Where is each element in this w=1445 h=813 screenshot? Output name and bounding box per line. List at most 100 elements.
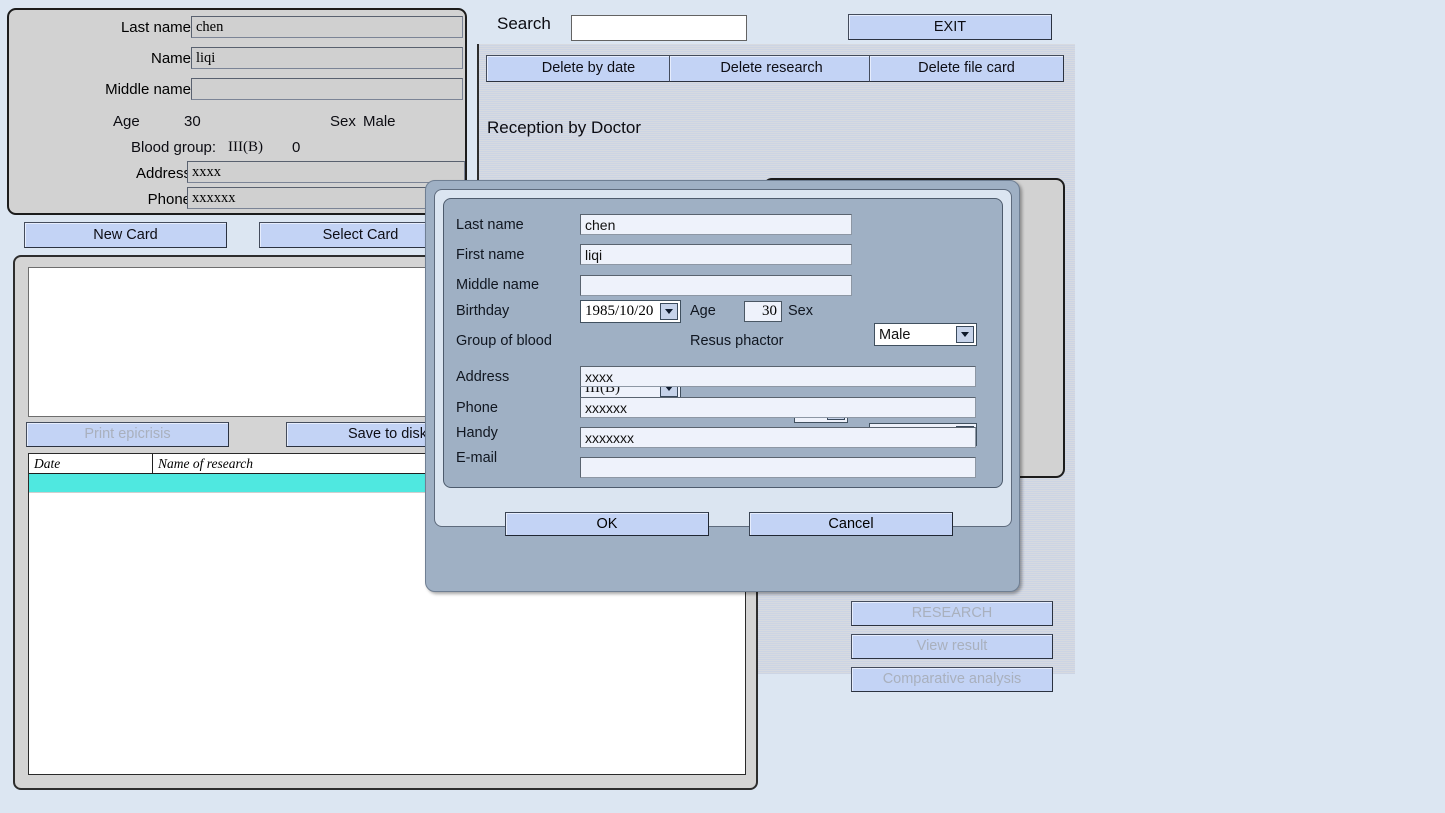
dialog-first-name-label: First name (456, 247, 525, 263)
comparative-analysis-button[interactable]: Comparative analysis (851, 667, 1053, 692)
print-epicrisis-label: Print epicrisis (84, 426, 171, 443)
dialog-ok-button[interactable]: OK (505, 512, 709, 536)
dialog-birthday-picker[interactable]: 1985/10/20 (580, 300, 681, 323)
dialog-sex-label-text: Sex (788, 303, 813, 319)
card-address-label: Address (69, 162, 191, 184)
card-address-field[interactable]: xxxx (187, 161, 465, 183)
delete-research-label: Delete research (720, 60, 823, 77)
dialog-phone-input[interactable]: xxxxxx (580, 397, 976, 418)
card-name-label-text: Name (150, 49, 191, 67)
dialog-age-label-text: Age (690, 303, 716, 319)
card-middle-name-label: Middle name (59, 78, 191, 100)
dialog-fields-group: Last name chen First name liqi Middle na… (443, 198, 1003, 488)
card-age-value-text: 30 (184, 113, 201, 130)
patient-card-panel: Last name chen Name liqi Middle name Age… (7, 8, 467, 215)
exit-label: EXIT (933, 18, 967, 35)
card-last-name-label-text: Last name (120, 18, 191, 36)
card-middle-name-label-text: Middle name (105, 80, 191, 98)
card-name-field[interactable]: liqi (191, 47, 463, 69)
view-result-label: View result (916, 638, 988, 655)
dialog-ok-label: OK (596, 516, 618, 532)
card-phone-value: xxxxxx (192, 189, 236, 206)
dialog-email-input[interactable] (580, 457, 976, 478)
dialog-phone-value: xxxxxx (585, 399, 627, 416)
dialog-address-label: Address (456, 369, 509, 385)
card-phone-label: Phone (69, 188, 191, 210)
delete-file-card-label: Delete file card (918, 60, 1015, 77)
dialog-birthday-label-text: Birthday (456, 303, 510, 319)
grid-header-name-text: Name of research (158, 455, 253, 471)
dialog-email-label: E-mail (456, 450, 497, 466)
dialog-handy-label: Handy (456, 425, 498, 441)
dialog-first-name-input[interactable]: liqi (580, 244, 852, 265)
card-last-name-label: Last name (69, 16, 191, 38)
card-age-label-text: Age (113, 113, 140, 130)
card-middle-name-field[interactable] (191, 78, 463, 100)
dialog-phone-label-text: Phone (456, 400, 498, 416)
research-label: RESEARCH (911, 605, 993, 622)
dialog-group-of-blood-label: Group of blood (456, 333, 552, 349)
dialog-handy-value: xxxxxxx (585, 429, 634, 446)
delete-file-card-button[interactable]: Delete file card (869, 55, 1064, 82)
dialog-birthday-value: 1985/10/20 (585, 303, 654, 319)
card-blood-group-label-text: Blood group: (131, 139, 217, 156)
edit-patient-dialog: Last name chen First name liqi Middle na… (425, 180, 1020, 592)
chevron-down-icon[interactable] (956, 326, 974, 343)
dialog-cancel-button[interactable]: Cancel (749, 512, 953, 536)
card-sex-value-text: Male (363, 113, 396, 130)
dialog-middle-name-input[interactable] (580, 275, 852, 296)
dialog-birthday-label: Birthday (456, 303, 509, 319)
dialog-address-input[interactable]: xxxx (580, 366, 976, 387)
card-phone-field[interactable]: xxxxxx (187, 187, 465, 209)
chevron-down-icon[interactable] (660, 303, 678, 320)
dialog-first-name-value: liqi (585, 246, 603, 263)
dialog-middle-name-label-text: Middle name (456, 277, 540, 293)
card-blood-group-value-text: III(B) (228, 139, 263, 155)
dialog-middle-name-label: Middle name (456, 277, 539, 293)
dialog-first-name-label-text: First name (456, 247, 525, 263)
dialog-phone-label: Phone (456, 400, 498, 416)
print-epicrisis-button[interactable]: Print epicrisis (26, 422, 229, 447)
dialog-age-input[interactable]: 30 (744, 301, 782, 322)
dialog-email-label-text: E-mail (456, 450, 498, 466)
reception-section-title: Reception by Doctor (487, 118, 641, 138)
dialog-handy-label-text: Handy (456, 425, 498, 441)
dialog-age-value: 30 (762, 303, 777, 319)
research-button[interactable]: RESEARCH (851, 601, 1053, 626)
dialog-resus-phactor-label: Resus phactor (690, 333, 784, 349)
card-resus-value-text: 0 (292, 139, 301, 156)
dialog-sex-value: Male (879, 326, 911, 343)
dialog-sex-select[interactable]: Male (874, 323, 977, 346)
card-address-value: xxxx (192, 163, 221, 180)
search-label: Search (497, 14, 551, 34)
save-to-disk-label: Save to disk (348, 426, 427, 443)
new-card-button[interactable]: New Card (24, 222, 227, 248)
reception-section-title-text: Reception by Doctor (487, 118, 642, 137)
dialog-address-value: xxxx (585, 368, 613, 385)
card-name-value: liqi (196, 49, 216, 66)
card-name-label: Name (69, 47, 191, 69)
card-resus-value: 0 (292, 139, 300, 156)
delete-by-date-button[interactable]: Delete by date (486, 55, 691, 82)
card-last-name-field[interactable]: chen (191, 16, 463, 38)
dialog-sex-label: Sex (788, 303, 813, 319)
grid-header-date: Date (29, 454, 153, 473)
card-phone-label-text: Phone (147, 190, 191, 208)
dialog-age-label: Age (690, 303, 716, 319)
delete-research-button[interactable]: Delete research (669, 55, 874, 82)
dialog-last-name-label-text: Last name (456, 217, 524, 233)
dialog-group-of-blood-label-text: Group of blood (456, 333, 552, 349)
grid-header-date-text: Date (34, 455, 61, 471)
search-input[interactable] (571, 15, 747, 41)
dialog-last-name-input[interactable]: chen (580, 214, 852, 235)
card-age-value: 30 (184, 113, 201, 130)
card-sex-value: Male (363, 113, 396, 130)
card-blood-group-value: III(B) (228, 139, 263, 156)
card-sex-label: Sex (330, 113, 356, 130)
dialog-body: Last name chen First name liqi Middle na… (434, 189, 1012, 536)
dialog-handy-input[interactable]: xxxxxxx (580, 427, 976, 448)
dialog-cancel-label: Cancel (828, 516, 874, 532)
exit-button[interactable]: EXIT (848, 14, 1052, 40)
view-result-button[interactable]: View result (851, 634, 1053, 659)
select-card-label: Select Card (322, 226, 399, 243)
